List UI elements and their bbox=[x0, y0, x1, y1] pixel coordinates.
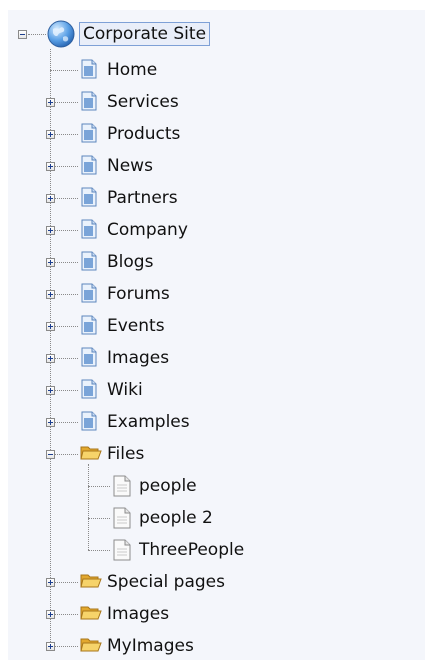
tree-item[interactable]: Wiki bbox=[104, 378, 146, 402]
expand-toggle[interactable] bbox=[46, 322, 55, 331]
tree-line-h bbox=[88, 550, 110, 551]
page-icon bbox=[80, 123, 98, 148]
tree-item-label[interactable]: ThreePeople bbox=[136, 538, 247, 562]
expand-toggle[interactable] bbox=[46, 130, 55, 139]
page-icon bbox=[80, 155, 98, 180]
tree-item-label[interactable]: MyImages bbox=[104, 634, 197, 658]
tree-item[interactable]: Products bbox=[104, 122, 183, 146]
tree-item-label[interactable]: people 2 bbox=[136, 506, 216, 530]
tree-item-label[interactable]: Wiki bbox=[104, 378, 146, 402]
folder-open-icon bbox=[80, 635, 102, 658]
tree-item[interactable]: Home bbox=[104, 58, 160, 82]
file-icon bbox=[112, 507, 132, 534]
tree-item-label[interactable]: Partners bbox=[104, 186, 181, 210]
globe-icon bbox=[47, 20, 75, 48]
tree-item[interactable]: Blogs bbox=[104, 250, 156, 274]
tree-item[interactable]: Special pages bbox=[104, 570, 228, 594]
tree-item[interactable]: MyImages bbox=[104, 634, 197, 658]
tree-item-label[interactable]: Blogs bbox=[104, 250, 156, 274]
tree-root-label[interactable]: Corporate Site bbox=[78, 22, 211, 46]
tree-item-label[interactable]: Services bbox=[104, 90, 182, 114]
expand-toggle[interactable] bbox=[46, 642, 55, 651]
site-tree: Corporate Site Home Services Products News P… bbox=[8, 10, 425, 660]
page-icon bbox=[80, 251, 98, 276]
tree-item-label[interactable]: Examples bbox=[104, 410, 193, 434]
expand-toggle[interactable] bbox=[46, 98, 55, 107]
page-icon bbox=[80, 411, 98, 436]
tree-item[interactable]: Company bbox=[104, 218, 191, 242]
tree-item[interactable]: Files bbox=[104, 442, 147, 466]
expand-toggle[interactable] bbox=[46, 258, 55, 267]
tree-child-item[interactable]: ThreePeople bbox=[136, 538, 247, 562]
page-icon bbox=[80, 187, 98, 212]
expand-toggle[interactable] bbox=[46, 610, 55, 619]
tree-item-label[interactable]: people bbox=[136, 474, 200, 498]
page-icon bbox=[80, 379, 98, 404]
tree-item[interactable]: Services bbox=[104, 90, 182, 114]
tree-item-label[interactable]: Products bbox=[104, 122, 183, 146]
tree-item[interactable]: Events bbox=[104, 314, 168, 338]
expand-toggle[interactable] bbox=[46, 578, 55, 587]
file-icon bbox=[112, 475, 132, 502]
page-icon bbox=[80, 219, 98, 244]
collapse-toggle[interactable] bbox=[46, 450, 55, 459]
tree-child-item[interactable]: people 2 bbox=[136, 506, 216, 530]
tree-item-label[interactable]: Events bbox=[104, 314, 168, 338]
tree-item[interactable]: Images bbox=[104, 346, 172, 370]
folder-open-icon bbox=[80, 443, 102, 466]
folder-open-icon bbox=[80, 603, 102, 626]
tree-item-label[interactable]: Images bbox=[104, 346, 172, 370]
tree-item-label[interactable]: News bbox=[104, 154, 156, 178]
expand-toggle[interactable] bbox=[46, 354, 55, 363]
expand-toggle[interactable] bbox=[46, 194, 55, 203]
tree-item-label[interactable]: Forums bbox=[104, 282, 173, 306]
page-icon bbox=[80, 91, 98, 116]
tree-line-root-h bbox=[28, 34, 46, 35]
page-icon bbox=[80, 315, 98, 340]
tree-item-label[interactable]: Company bbox=[104, 218, 191, 242]
tree-item-label[interactable]: Special pages bbox=[104, 570, 228, 594]
expand-toggle[interactable] bbox=[46, 226, 55, 235]
page-icon bbox=[80, 59, 98, 84]
tree-line-h bbox=[88, 486, 110, 487]
tree-child-item[interactable]: people bbox=[136, 474, 200, 498]
expand-toggle[interactable] bbox=[46, 418, 55, 427]
tree-item-label[interactable]: Files bbox=[104, 442, 147, 466]
page-icon bbox=[80, 283, 98, 308]
tree-item[interactable]: Forums bbox=[104, 282, 173, 306]
tree-item-label[interactable]: Home bbox=[104, 58, 160, 82]
expand-toggle[interactable] bbox=[46, 386, 55, 395]
tree-line-files bbox=[88, 464, 89, 550]
root-collapse-toggle[interactable] bbox=[18, 30, 27, 39]
page-icon bbox=[80, 347, 98, 372]
expand-toggle[interactable] bbox=[46, 162, 55, 171]
tree-item[interactable]: Partners bbox=[104, 186, 181, 210]
tree-line-h bbox=[88, 518, 110, 519]
tree-item[interactable]: Examples bbox=[104, 410, 193, 434]
tree-item[interactable]: News bbox=[104, 154, 156, 178]
expand-toggle[interactable] bbox=[46, 290, 55, 299]
tree-item[interactable]: Images bbox=[104, 602, 172, 626]
tree-line-h bbox=[50, 70, 78, 71]
file-icon bbox=[112, 539, 132, 566]
folder-open-icon bbox=[80, 571, 102, 594]
tree-item-label[interactable]: Images bbox=[104, 602, 172, 626]
tree-root[interactable]: Corporate Site bbox=[46, 20, 211, 48]
